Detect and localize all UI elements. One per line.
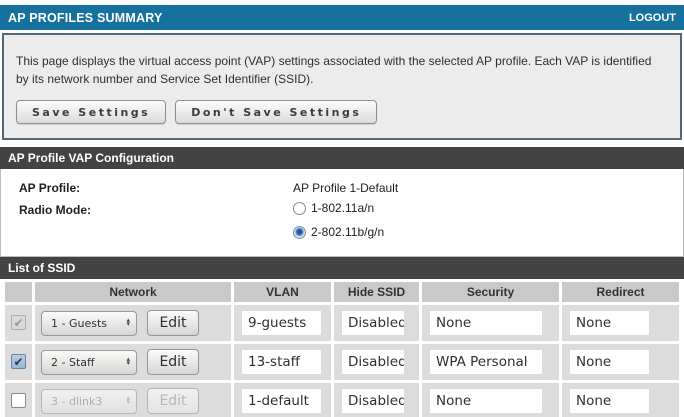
hide-ssid-input[interactable] xyxy=(342,311,404,335)
network-select-value: 3 - dlink3 xyxy=(51,395,102,408)
redirect-input[interactable] xyxy=(570,389,649,413)
ssid-list-section-header: List of SSID xyxy=(0,257,684,279)
radio-button-icon xyxy=(293,226,306,239)
network-select[interactable]: 3 - dlink3 ▴▾ xyxy=(41,389,137,414)
hide-ssid-input[interactable] xyxy=(342,389,404,413)
radio-mode-option-80211bgn[interactable]: 2-802.11b/g/n xyxy=(293,225,384,239)
redirect-input[interactable] xyxy=(570,350,649,374)
ap-profiles-summary-page: AP PROFILES SUMMARY LOGOUT This page dis… xyxy=(0,0,684,417)
radio-mode-label: Radio Mode: xyxy=(1,201,293,217)
vlan-input[interactable] xyxy=(242,311,321,335)
page-description: This page displays the virtual access po… xyxy=(16,52,666,88)
save-settings-button[interactable]: Save Settings xyxy=(16,100,166,124)
security-input[interactable] xyxy=(430,311,542,335)
column-header-security: Security xyxy=(422,282,559,302)
vlan-input[interactable] xyxy=(242,350,321,374)
hide-ssid-input[interactable] xyxy=(342,350,404,374)
radio-option-label: 1-802.11a/n xyxy=(311,201,374,215)
ssid-table-row: ✔ 2 - Staff ▴▾ Edit xyxy=(5,344,679,380)
ap-profile-row: AP Profile: AP Profile 1-Default xyxy=(1,179,683,195)
select-spinner-icon: ▴▾ xyxy=(126,358,130,366)
ssid-table-row: ✔ 1 - Guests ▴▾ Edit xyxy=(5,305,679,341)
radio-mode-row: Radio Mode: 1-802.11a/n 2-802.11b/g/n xyxy=(1,201,683,239)
radio-mode-group: 1-802.11a/n 2-802.11b/g/n xyxy=(293,201,384,239)
column-header-checkbox xyxy=(5,282,32,302)
column-header-network: Network xyxy=(35,282,231,302)
edit-button[interactable]: Edit xyxy=(147,388,199,414)
ap-profile-value: AP Profile 1-Default xyxy=(293,179,398,195)
column-header-redirect: Redirect xyxy=(562,282,679,302)
check-icon: ✔ xyxy=(13,356,23,368)
dont-save-settings-button[interactable]: Don't Save Settings xyxy=(175,100,377,124)
ssid-table-header-row: Network VLAN Hide SSID Security Redirect xyxy=(5,282,679,302)
intro-panel: This page displays the virtual access po… xyxy=(2,33,682,140)
ssid-table-row: ✔ 3 - dlink3 ▴▾ Edit xyxy=(5,383,679,417)
security-input[interactable] xyxy=(430,389,542,413)
redirect-input[interactable] xyxy=(570,311,649,335)
network-select-value: 1 - Guests xyxy=(51,317,107,330)
row-checkbox[interactable]: ✔ xyxy=(11,393,26,408)
logout-link[interactable]: LOGOUT xyxy=(629,12,676,24)
page-title: AP PROFILES SUMMARY xyxy=(8,11,163,25)
radio-option-label: 2-802.11b/g/n xyxy=(311,225,384,239)
vap-config-section-title: AP Profile VAP Configuration xyxy=(8,151,174,165)
row-checkbox[interactable]: ✔ xyxy=(11,354,26,369)
settings-button-row: Save Settings Don't Save Settings xyxy=(16,100,668,124)
vap-config-section-header: AP Profile VAP Configuration xyxy=(0,147,684,169)
column-header-vlan: VLAN xyxy=(234,282,331,302)
edit-button[interactable]: Edit xyxy=(147,349,199,375)
network-select[interactable]: 2 - Staff ▴▾ xyxy=(41,350,137,375)
network-select[interactable]: 1 - Guests ▴▾ xyxy=(41,311,137,336)
title-bar: AP PROFILES SUMMARY LOGOUT xyxy=(0,5,684,30)
radio-mode-option-80211an[interactable]: 1-802.11a/n xyxy=(293,201,384,215)
ap-profile-label: AP Profile: xyxy=(1,179,293,195)
check-icon: ✔ xyxy=(13,317,23,329)
row-checkbox[interactable]: ✔ xyxy=(11,315,26,330)
network-select-value: 2 - Staff xyxy=(51,356,95,369)
column-header-hide-ssid: Hide SSID xyxy=(334,282,419,302)
ssid-list-section-title: List of SSID xyxy=(8,261,75,275)
edit-button[interactable]: Edit xyxy=(147,310,199,336)
ssid-table: Network VLAN Hide SSID Security Redirect… xyxy=(2,279,682,417)
vlan-input[interactable] xyxy=(242,389,321,413)
vap-config-panel: AP Profile: AP Profile 1-Default Radio M… xyxy=(0,169,684,257)
select-spinner-icon: ▴▾ xyxy=(126,319,130,327)
security-input[interactable] xyxy=(430,350,542,374)
select-spinner-icon: ▴▾ xyxy=(126,397,130,405)
radio-button-icon xyxy=(293,202,306,215)
